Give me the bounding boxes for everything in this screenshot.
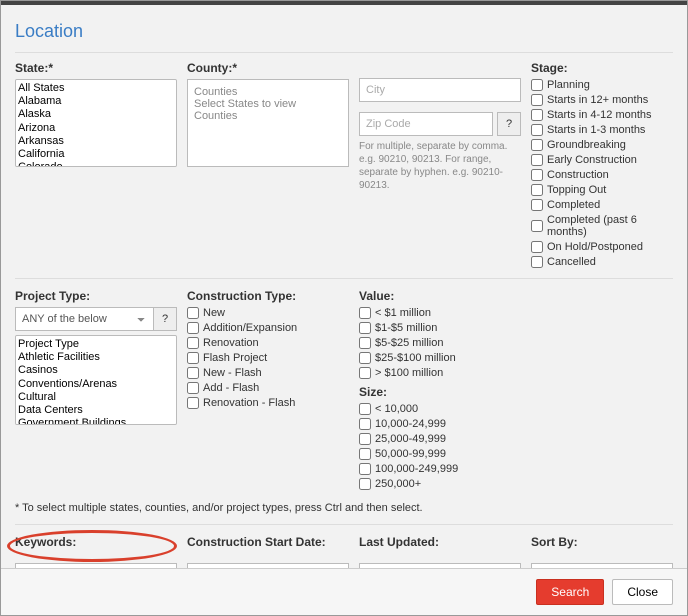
value-check[interactable] <box>359 322 371 334</box>
stage-check[interactable] <box>531 79 543 91</box>
zip-help-button[interactable]: ? <box>497 112 521 136</box>
stage-check[interactable] <box>531 139 543 151</box>
size-check[interactable] <box>359 448 371 460</box>
section-title-location: Location <box>15 15 673 53</box>
keywords-label: Keywords: <box>15 535 177 549</box>
state-listbox[interactable]: All States Alabama Alaska Arizona Arkans… <box>15 79 177 167</box>
city-input[interactable] <box>359 78 521 102</box>
size-check[interactable] <box>359 403 371 415</box>
state-label: State:* <box>15 61 177 75</box>
value-label: Value: <box>359 289 521 303</box>
value-check[interactable] <box>359 307 371 319</box>
stage-check[interactable] <box>531 241 543 253</box>
stage-check[interactable] <box>531 109 543 121</box>
ct-check[interactable] <box>187 382 199 394</box>
start-date-label: Construction Start Date: <box>187 535 349 549</box>
sort-by-label: Sort By: <box>531 535 673 549</box>
stage-check[interactable] <box>531 169 543 181</box>
construction-type-label: Construction Type: <box>187 289 349 303</box>
value-check[interactable] <box>359 352 371 364</box>
last-updated-label: Last Updated: <box>359 535 521 549</box>
county-label: County:* <box>187 61 349 75</box>
ct-check[interactable] <box>187 352 199 364</box>
close-button[interactable]: Close <box>612 579 673 605</box>
stage-check[interactable] <box>531 220 543 232</box>
ct-check[interactable] <box>187 337 199 349</box>
stage-check[interactable] <box>531 184 543 196</box>
stage-check[interactable] <box>531 256 543 268</box>
size-label: Size: <box>359 385 521 399</box>
multiselect-footnote: * To select multiple states, counties, a… <box>15 502 673 514</box>
stage-check[interactable] <box>531 154 543 166</box>
stage-check[interactable] <box>531 199 543 211</box>
ct-check[interactable] <box>187 322 199 334</box>
stage-checks: Planning Starts in 12+ months Starts in … <box>531 79 673 268</box>
size-check[interactable] <box>359 433 371 445</box>
search-button[interactable]: Search <box>536 579 604 605</box>
size-check[interactable] <box>359 418 371 430</box>
zip-help-text: For multiple, separate by comma. e.g. 90… <box>359 140 521 192</box>
size-check[interactable] <box>359 478 371 490</box>
project-type-help[interactable]: ? <box>153 307 177 331</box>
size-check[interactable] <box>359 463 371 475</box>
ct-check[interactable] <box>187 307 199 319</box>
county-listbox[interactable]: Counties Select States to view Counties <box>187 79 349 167</box>
project-type-listbox[interactable]: Project Type Athletic Facilities Casinos… <box>15 335 177 425</box>
stage-check[interactable] <box>531 124 543 136</box>
ct-check[interactable] <box>187 397 199 409</box>
stage-check[interactable] <box>531 94 543 106</box>
ct-check[interactable] <box>187 367 199 379</box>
project-type-select[interactable]: ANY of the below <box>15 307 153 331</box>
zip-input[interactable] <box>359 112 493 136</box>
project-type-label: Project Type: <box>15 289 177 303</box>
stage-label: Stage: <box>531 61 673 75</box>
value-check[interactable] <box>359 367 371 379</box>
value-check[interactable] <box>359 337 371 349</box>
